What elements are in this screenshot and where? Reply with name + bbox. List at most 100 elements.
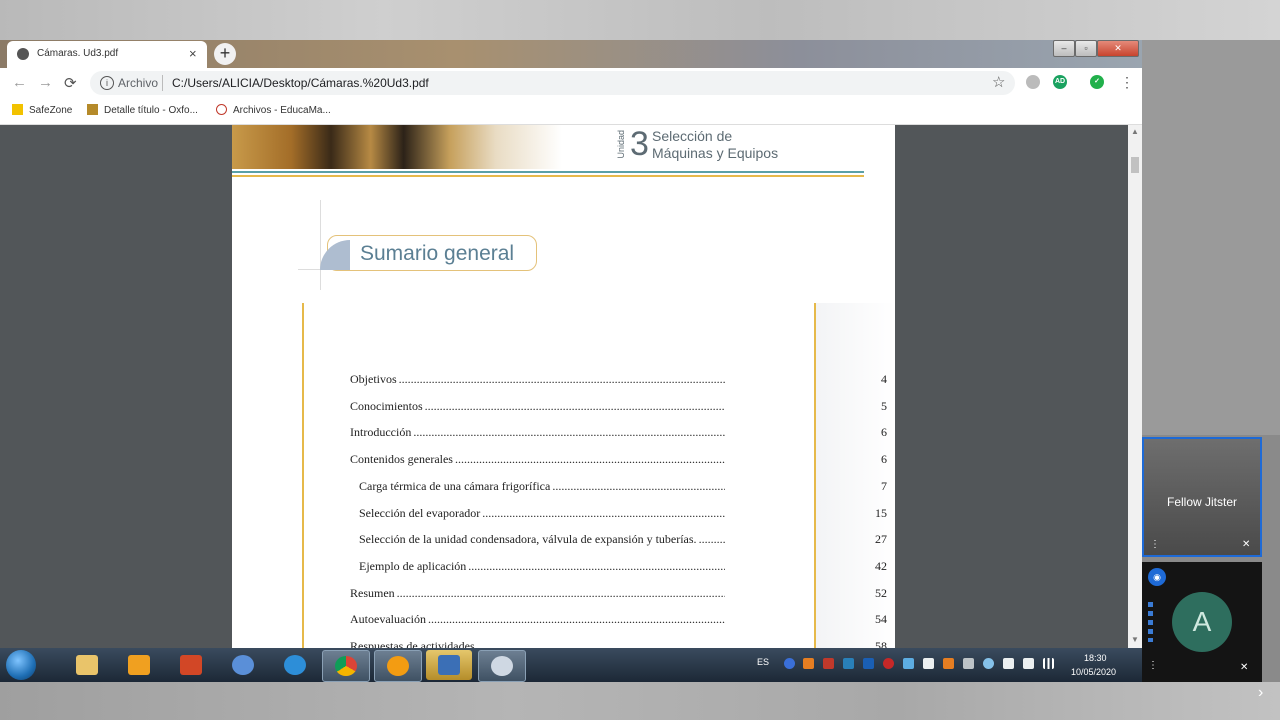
summary-guide-vertical xyxy=(320,200,321,290)
taskbar-chromium[interactable] xyxy=(220,650,266,680)
taskbar-paint[interactable] xyxy=(478,650,526,682)
taskbar-ie[interactable] xyxy=(272,650,318,680)
taskbar-chrome[interactable] xyxy=(322,650,370,682)
more-options-icon[interactable]: ⋮ xyxy=(1150,539,1160,550)
toc-leader-dots: ........................................… xyxy=(398,372,725,386)
header-rule-gold xyxy=(232,175,864,177)
reload-icon[interactable]: ⟳ xyxy=(64,74,77,92)
taskbar-explorer[interactable] xyxy=(64,650,110,680)
more-options-icon[interactable]: ⋮ xyxy=(1148,660,1158,671)
chevron-right-icon[interactable]: › xyxy=(1258,684,1263,702)
summary-quarter-circle xyxy=(320,240,350,270)
toc-page-number: 27 xyxy=(875,532,887,546)
bookmark-safezone[interactable]: SafeZone xyxy=(12,104,72,116)
toc-row[interactable]: Ejemplo de aplicación...................… xyxy=(359,559,887,575)
toc-row[interactable]: Resumen.................................… xyxy=(350,586,887,602)
tray-signal-icon[interactable] xyxy=(1043,658,1054,669)
taskbar-media-player[interactable] xyxy=(116,650,162,680)
tray-flag-icon[interactable] xyxy=(1003,658,1014,669)
speaker-badge-icon: ◉ xyxy=(1148,568,1166,586)
powerpoint-icon xyxy=(180,655,202,675)
toc-row[interactable]: Conocimientos...........................… xyxy=(350,399,887,415)
title-bar: Cámaras. Ud3.pdf × + – ▫ ✕ xyxy=(0,40,1142,68)
toc-leader-dots: ........................................… xyxy=(552,479,725,493)
tray-screen-icon[interactable] xyxy=(903,658,914,669)
bookmark-star-icon[interactable]: ☆ xyxy=(992,73,1005,91)
taskbar-powerpoint[interactable] xyxy=(168,650,214,680)
adblock-icon[interactable]: AD xyxy=(1053,75,1067,89)
gear-icon xyxy=(387,656,409,676)
video-tile-participant-1[interactable]: Fellow Jitster ⋮ ✕ xyxy=(1142,437,1262,557)
start-button[interactable] xyxy=(6,650,36,680)
audio-level-icon xyxy=(1148,602,1153,642)
internet-explorer-icon xyxy=(284,655,306,675)
toc-label: Contenidos generales xyxy=(350,452,453,466)
scroll-up-icon[interactable]: ▲ xyxy=(1131,127,1139,136)
tray-volume-icon[interactable] xyxy=(963,658,974,669)
bookmark-educama[interactable]: Archivos - EducaMa... xyxy=(216,104,331,116)
shield-icon xyxy=(438,655,460,675)
toc-row[interactable]: Selección del evaporador................… xyxy=(359,506,887,522)
background-bottom xyxy=(0,682,1280,720)
tray-cloud-icon[interactable] xyxy=(983,658,994,669)
tray-app-icon[interactable] xyxy=(784,658,795,669)
bookmark-oxford[interactable]: Detalle título - Oxfo... xyxy=(87,104,198,116)
toc-page-number: 6 xyxy=(881,425,887,439)
video-tile-participant-2[interactable]: ◉ A ⋮ ✕ xyxy=(1142,562,1262,682)
toc-label: Introducción xyxy=(350,425,412,439)
minimize-button[interactable]: – xyxy=(1053,40,1075,57)
toc-page-number: 7 xyxy=(881,479,887,493)
globe-icon xyxy=(216,104,227,115)
toc-row[interactable]: Introducción............................… xyxy=(350,425,887,441)
clock-date[interactable]: 10/05/2020 xyxy=(1071,667,1116,677)
paint-icon xyxy=(491,656,513,676)
tray-tool-icon[interactable] xyxy=(823,658,834,669)
maximize-button[interactable]: ▫ xyxy=(1075,40,1097,57)
pdf-viewer[interactable]: Unidad 3 Selección de Máquinas y Equipos… xyxy=(0,125,1142,652)
tab-close-icon[interactable]: × xyxy=(189,46,197,61)
taskbar-settings-app[interactable] xyxy=(374,650,422,682)
tab-pdf[interactable]: Cámaras. Ud3.pdf × xyxy=(7,41,207,68)
tray-close-icon[interactable] xyxy=(883,658,894,669)
menu-icon[interactable]: ⋮ xyxy=(1120,74,1134,91)
toc-row[interactable]: Selección de la unidad condensadora, vál… xyxy=(359,532,887,548)
tray-network-icon[interactable] xyxy=(843,658,854,669)
folder-icon xyxy=(76,655,98,675)
globe-icon xyxy=(17,48,29,60)
back-icon[interactable]: ← xyxy=(12,74,27,91)
toc-page-number: 5 xyxy=(881,399,887,413)
address-bar[interactable]: i Archivo C:/Users/ALICIA/Desktop/Cámara… xyxy=(90,71,1015,95)
info-icon[interactable]: i xyxy=(100,76,114,90)
close-button[interactable]: ✕ xyxy=(1097,40,1139,57)
new-tab-button[interactable]: + xyxy=(214,43,236,65)
toc-label: Resumen xyxy=(350,586,395,600)
toc-border-right xyxy=(814,303,816,652)
toc-label: Conocimientos xyxy=(350,399,423,413)
scrollbar[interactable]: ▲ ▼ xyxy=(1128,125,1142,652)
toc-leader-dots: ........................................… xyxy=(698,532,725,546)
language-indicator[interactable]: ES xyxy=(757,657,769,667)
unit-banner: Unidad 3 Selección de Máquinas y Equipos xyxy=(232,125,864,171)
toc-row[interactable]: Objetivos...............................… xyxy=(350,372,887,388)
toc-row[interactable]: Carga térmica de una cámara frigorífica.… xyxy=(359,479,887,495)
unit-number: 3 xyxy=(630,125,649,163)
tray-dropbox-icon[interactable] xyxy=(923,658,934,669)
clock-time[interactable]: 18:30 xyxy=(1084,653,1107,663)
tray-firefox-icon[interactable] xyxy=(803,658,814,669)
toc-row[interactable]: Autoevaluación..........................… xyxy=(350,612,887,628)
url-text[interactable]: C:/Users/ALICIA/Desktop/Cámaras.%20Ud3.p… xyxy=(172,76,429,90)
toc-page-number: 54 xyxy=(875,612,887,626)
shield-icon[interactable]: ✓ xyxy=(1090,75,1104,89)
drive-icon[interactable] xyxy=(1026,75,1040,89)
toc-row[interactable]: Contenidos generales....................… xyxy=(350,452,887,468)
forward-icon[interactable]: → xyxy=(38,74,53,91)
tray-mail-icon[interactable] xyxy=(863,658,874,669)
unit-title-line-2: Máquinas y Equipos xyxy=(652,145,779,161)
taskbar-security-app[interactable] xyxy=(426,650,472,680)
tray-battery-icon[interactable] xyxy=(1023,658,1034,669)
browser-window: Cámaras. Ud3.pdf × + – ▫ ✕ ← → ⟳ i Archi… xyxy=(0,40,1142,652)
toc-page-number: 6 xyxy=(881,452,887,466)
scroll-down-icon[interactable]: ▼ xyxy=(1131,635,1139,644)
tray-update-icon[interactable] xyxy=(943,658,954,669)
scroll-thumb[interactable] xyxy=(1131,157,1139,173)
